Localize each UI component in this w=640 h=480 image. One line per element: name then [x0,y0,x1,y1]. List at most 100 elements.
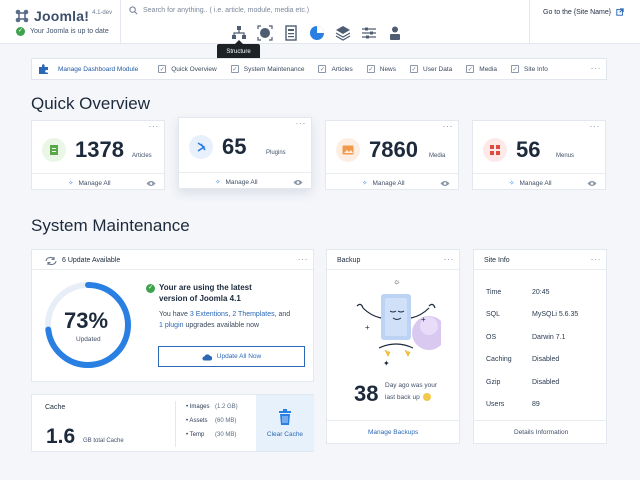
site-info-value: 20:45 [532,288,550,296]
manage-all-link[interactable]: ✧ Manage All [215,178,258,187]
module-checkbox-label: Quick Overview [171,65,217,73]
backup-caption-line1: Day ago was your [385,382,438,389]
backup-title: Backup [337,257,361,264]
you-have-text: You have [159,311,188,318]
sparkle-icon: ✧ [215,179,221,186]
stat-card[interactable]: ··· 7860 Media ✧ Manage All [325,120,459,190]
site-info-table: Time 20:45 SQL MySQLi 5.6.35 OS Darwin 7.1 Cac… [486,281,578,416]
eye-icon[interactable] [587,180,597,187]
site-info-key: SQL [486,311,501,319]
cache-items: • Images (1.2 GB) • Assets (60 MB) • Temp (30… [186,404,238,446]
cache-item-name: • Temp [186,432,205,438]
stat-label: Articles [132,153,152,159]
update-status-text: Your Joomla is up to date [30,28,109,35]
user-icon[interactable] [386,24,404,42]
manage-dashboard-module-label: Manage Dashboard Module [58,65,139,73]
module-checkbox-label: News [379,65,397,73]
checkbox-icon[interactable]: ✓ [366,65,375,73]
manage-all-link[interactable]: ✧ Manage All [68,179,111,188]
module-checkbox[interactable]: ✓ System Maintenance [230,65,304,73]
puzzle-icon [39,64,48,74]
more-options-icon[interactable]: ··· [149,121,160,131]
module-checkbox[interactable]: ✓ User Data [410,65,452,73]
update-all-button[interactable]: Update All Now [158,346,305,367]
layers-icon[interactable] [334,24,352,42]
more-options-icon[interactable]: ··· [444,254,455,264]
stat-card[interactable]: ··· 56 Menus ✧ Manage All [472,120,606,190]
templates-link[interactable]: 2 Themplates [232,311,274,318]
plugin-icon [189,135,213,159]
more-options-icon[interactable]: ··· [443,121,454,131]
checkbox-icon[interactable]: ✓ [318,65,327,73]
update-percent-label: Updated [76,336,101,343]
more-options-icon[interactable]: ··· [590,121,601,131]
module-checkbox[interactable]: ✓ News [366,65,397,73]
external-link-icon [616,8,624,16]
stat-card[interactable]: ··· 65 Plugins ✧ Manage All [178,117,312,189]
content-icon[interactable] [282,24,300,42]
more-options-icon[interactable]: ··· [591,254,602,264]
site-info-key: Users [486,401,505,409]
more-options-icon[interactable]: ··· [298,254,309,264]
sparkle-icon: ✧ [68,180,74,187]
sad-face-icon [422,393,431,401]
checkbox-icon[interactable]: ✓ [410,65,419,73]
site-info-value: Darwin 7.1 [532,333,566,341]
frame-icon[interactable] [256,24,274,42]
cache-item-size: (30 MB) [215,432,237,438]
backup-card: Backup ··· ☼ + + ✦ 38 Day ago was your l… [326,249,460,444]
trash-icon [279,408,291,425]
update-card: 6 Update Available ··· 73% Updated ✓ You… [31,249,314,382]
chart-pie-icon[interactable] [308,24,326,42]
module-checkbox-label: User Data [423,65,453,73]
divider [32,269,313,270]
stat-label: Menus [556,153,575,159]
eye-icon[interactable] [293,179,303,186]
eye-icon[interactable] [146,180,156,187]
manage-all-label: Manage All [78,179,111,187]
manage-all-link[interactable]: ✧ Manage All [362,179,405,188]
checkbox-icon[interactable]: ✓ [230,65,239,73]
site-info-card: Site Info ··· Time 20:45 SQL MySQLi 5.6.35 O… [473,249,607,444]
plugin-link[interactable]: 1 plugin [159,322,184,329]
manage-dashboard-module-button[interactable]: Manage Dashboard Module [38,63,138,75]
module-checkbox[interactable]: ✓ Media [466,65,497,73]
brand[interactable]: Joomla! 4.1-dev [14,8,112,24]
backup-caption-line2: last back up [385,393,431,401]
clear-cache-button[interactable]: Clear Cache [256,395,314,451]
menu-icon [483,138,507,162]
stat-value: 7860 [369,137,418,162]
more-options-icon[interactable]: ··· [591,63,602,73]
go-to-site-link[interactable]: Go to the {Site Name} [543,8,624,16]
divider [327,269,459,270]
search-input[interactable]: Search for anything.. ( i.e. article, mo… [129,6,309,15]
sliders-icon[interactable] [360,24,378,42]
site-info-row: SQL MySQLi 5.6.35 [486,304,578,327]
checkbox-icon[interactable]: ✓ [511,65,519,73]
brand-name: Joomla! [34,8,90,24]
cache-unit: GB total Cache [83,438,124,444]
more-options-icon[interactable]: ··· [296,118,307,128]
backup-caption-text: last back up [385,393,420,401]
svg-text:+: + [365,323,370,332]
stat-card[interactable]: ··· 1378 Articles ✧ Manage All [31,120,165,190]
cache-item-size: (60 MB) [215,418,237,424]
module-checkbox[interactable]: ✓ Articles [318,65,353,73]
article-icon [42,138,66,162]
checkbox-icon[interactable]: ✓ [158,65,167,73]
site-info-row: Gzip Disabled [486,371,578,394]
latest-version-line2: version of Joomla 4.1 [159,294,241,303]
module-checkbox[interactable]: ✓ Quick Overview [158,65,217,73]
manage-all-label: Manage All [225,178,258,186]
manage-all-link[interactable]: ✧ Manage All [509,179,552,188]
cache-value: 1.6 [46,425,76,448]
divider [120,0,121,44]
module-checkboxes: ✓ Quick Overview ✓ System Maintenance ✓ Artic… [158,65,548,73]
checkbox-icon[interactable]: ✓ [466,65,475,73]
module-checkbox[interactable]: ✓ Site Info [511,65,548,73]
extensions-link[interactable]: 3 Extentions [190,311,229,318]
details-information-button[interactable]: Details Information [514,429,568,436]
eye-icon[interactable] [440,180,450,187]
manage-backups-button[interactable]: Manage Backups [368,429,418,436]
module-checkbox-label: Media [479,65,497,73]
